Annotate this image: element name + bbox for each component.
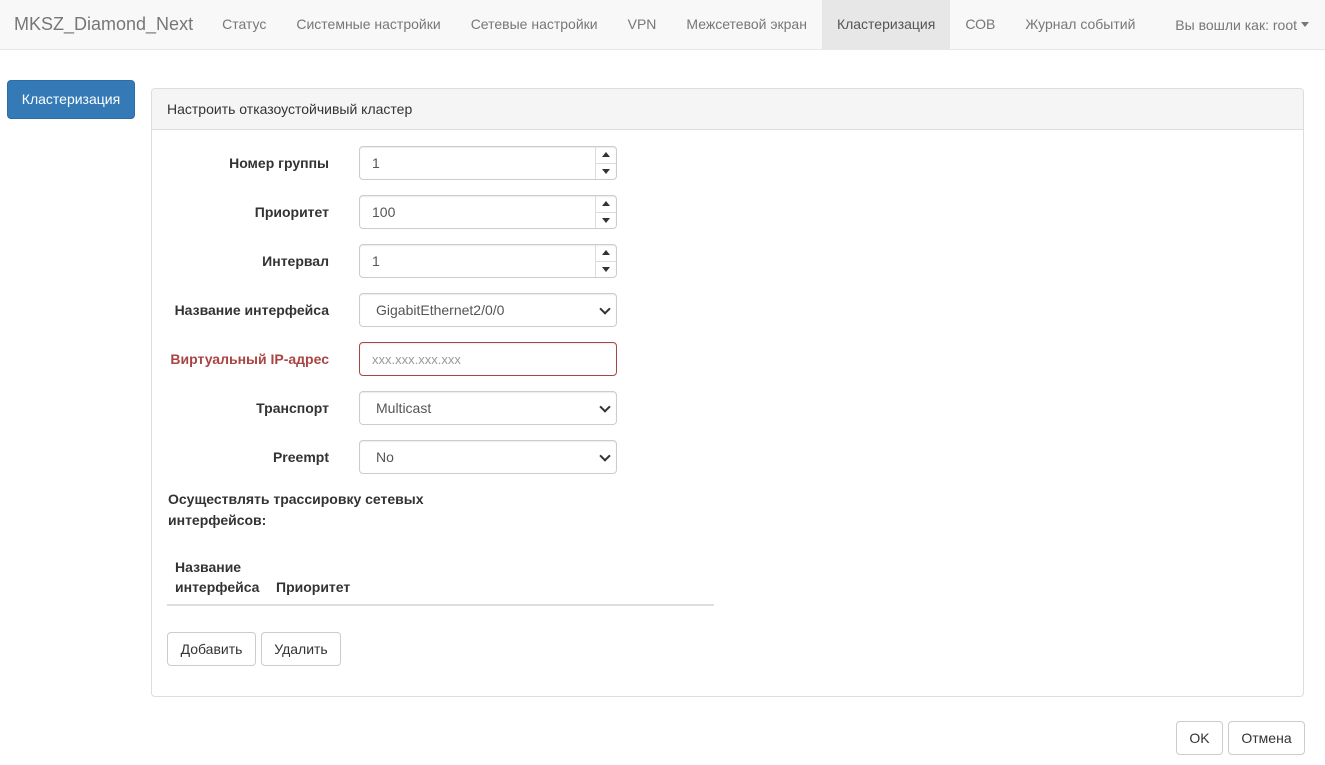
priority-increment-button[interactable] [595, 196, 616, 213]
transport-select-chevron [594, 392, 616, 424]
nav-item-clustering[interactable]: Кластеризация [821, 0, 951, 49]
virtual-ip-placeholder: xxx.xxx.xxx.xxx [372, 352, 461, 367]
interface-name-value: GigabitEthernet2/0/0 [376, 302, 505, 318]
main-nav: Статус Системные настройки Сетевые настр… [207, 0, 1150, 49]
column-header-interface-name: Название интерфейса [175, 559, 260, 595]
interval-decrement-button[interactable] [595, 261, 616, 277]
caret-down-icon [1301, 22, 1309, 27]
group-number-increment-button[interactable] [595, 147, 616, 164]
group-number-spinner [595, 147, 616, 179]
form-row-priority: Приоритет 100 [152, 195, 632, 229]
virtual-ip-label: Виртуальный IP-адрес [170, 351, 329, 367]
top-navbar: MKSZ_Diamond_Next Статус Системные настр… [0, 0, 1325, 50]
nav-item-event-log[interactable]: Журнал событий [1010, 0, 1150, 49]
transport-value: Multicast [376, 400, 432, 416]
trace-interfaces-label: Осуществлять трассировку сетевых интерфе… [168, 491, 424, 528]
interval-increment-button[interactable] [595, 245, 616, 262]
form-row-transport: Транспорт Multicast [152, 391, 632, 425]
arrow-down-icon [602, 266, 610, 272]
ok-button[interactable]: OK [1176, 721, 1223, 755]
group-number-decrement-button[interactable] [595, 163, 616, 179]
chevron-down-icon [599, 450, 611, 462]
virtual-ip-input[interactable]: xxx.xxx.xxx.xxx [359, 342, 617, 376]
interface-name-label: Название интерфейса [174, 302, 329, 318]
arrow-up-icon [602, 250, 610, 256]
priority-input[interactable]: 100 [359, 195, 617, 229]
preempt-label: Preempt [272, 449, 329, 465]
arrow-down-icon [602, 217, 610, 223]
panel-heading: Настроить отказоустойчивый кластер [152, 89, 1303, 130]
form-row-virtual-ip: Виртуальный IP-адрес xxx.xxx.xxx.xxx [152, 342, 632, 376]
chevron-down-icon [599, 401, 611, 413]
priority-spinner [595, 196, 616, 228]
trace-interfaces-table: Название интерфейса Приоритет [167, 548, 714, 606]
preempt-select[interactable]: No [359, 440, 617, 474]
nav-item-vpn[interactable]: VPN [613, 0, 672, 49]
nav-item-firewall[interactable]: Межсетевой экран [671, 0, 822, 49]
interval-spinner [595, 245, 616, 277]
nav-item-system-settings[interactable]: Системные настройки [281, 0, 455, 49]
nav-right: Вы вошли как: root [1165, 0, 1325, 49]
interface-select-chevron [594, 294, 616, 326]
priority-value: 100 [372, 204, 396, 220]
form-row-interface-name: Название интерфейса GigabitEthernet2/0/0 [152, 293, 632, 327]
cluster-settings-panel: Настроить отказоустойчивый кластер Номер… [151, 88, 1304, 697]
preempt-value: No [376, 449, 394, 465]
nav-item-ids[interactable]: СОВ [950, 0, 1010, 49]
arrow-down-icon [602, 168, 610, 174]
interface-name-select[interactable]: GigabitEthernet2/0/0 [359, 293, 617, 327]
form-row-interval: Интервал 1 [152, 244, 632, 278]
arrow-up-icon [602, 152, 610, 158]
column-header-priority: Приоритет [276, 579, 351, 595]
interval-value: 1 [372, 253, 380, 269]
interval-label: Интервал [262, 253, 329, 269]
transport-label: Транспорт [256, 400, 329, 416]
transport-select[interactable]: Multicast [359, 391, 617, 425]
nav-item-network-settings[interactable]: Сетевые настройки [456, 0, 613, 49]
group-number-label: Номер группы [229, 155, 329, 171]
delete-button[interactable]: Удалить [261, 632, 341, 666]
sidebar-clustering-button[interactable]: Кластеризация [7, 80, 135, 119]
nav-item-status[interactable]: Статус [207, 0, 281, 49]
add-button[interactable]: Добавить [167, 632, 256, 666]
chevron-down-icon [599, 303, 611, 315]
user-menu[interactable]: Вы вошли как: root [1165, 0, 1325, 49]
priority-label: Приоритет [254, 204, 329, 220]
brand-link[interactable]: MKSZ_Diamond_Next [0, 0, 207, 49]
arrow-up-icon [602, 201, 610, 207]
interval-input[interactable]: 1 [359, 244, 617, 278]
preempt-select-chevron [594, 441, 616, 473]
form-row-preempt: Preempt No [152, 440, 632, 474]
priority-decrement-button[interactable] [595, 212, 616, 228]
group-number-value: 1 [372, 155, 380, 171]
group-number-input[interactable]: 1 [359, 146, 617, 180]
user-menu-label: Вы вошли как: root [1175, 16, 1297, 33]
cancel-button[interactable]: Отмена [1228, 721, 1305, 755]
form-row-group-number: Номер группы 1 [152, 146, 632, 180]
